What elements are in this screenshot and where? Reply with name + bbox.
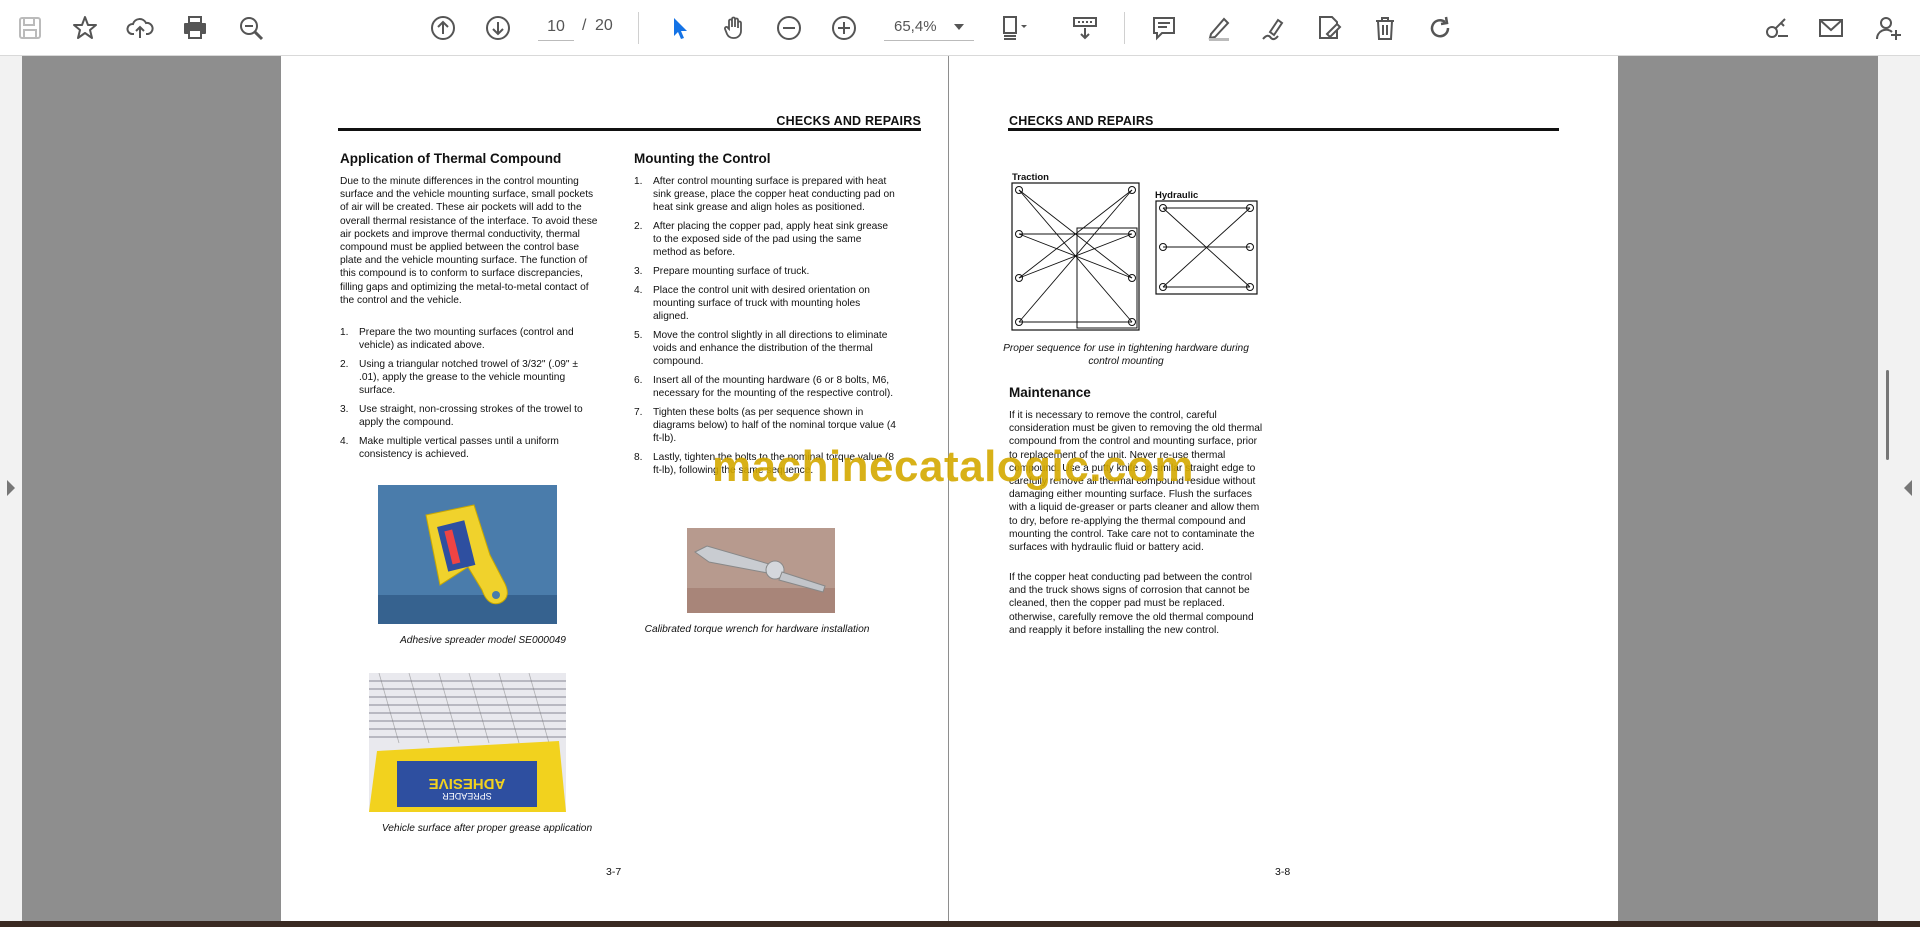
taskbar-edge	[0, 921, 1920, 927]
list-item: 1. Prepare the two mounting surfaces (con…	[340, 327, 574, 351]
star-icon[interactable]	[67, 10, 103, 46]
image-caption: Vehicle surface after proper grease appl…	[381, 823, 593, 834]
link-sign-icon[interactable]	[1758, 10, 1794, 46]
section-title: Maintenance	[1009, 385, 1091, 400]
photo-label-spreader: SPREADER	[442, 791, 492, 801]
zoom-level-value: 65,4%	[894, 18, 937, 35]
page-header: CHECKS AND REPAIRS	[1009, 114, 1154, 128]
toolbar-divider	[638, 12, 639, 44]
highlight-pen-icon[interactable]	[1201, 10, 1237, 46]
header-rule	[338, 128, 921, 131]
traction-bolt-sequence-diagram	[1011, 182, 1140, 331]
image-caption: Adhesive spreader model SE000049	[400, 635, 566, 646]
chevron-down-icon[interactable]	[954, 24, 964, 30]
list-item: 4. Place the control unit with desired or…	[634, 285, 870, 322]
right-panel-collapsed[interactable]	[1878, 56, 1920, 921]
expand-right-panel-icon[interactable]	[1904, 480, 1912, 496]
hydraulic-bolt-sequence-diagram	[1155, 200, 1258, 295]
spreader-photo	[378, 485, 557, 624]
email-icon[interactable]	[1813, 10, 1849, 46]
page-number: 3-8	[1275, 866, 1291, 878]
section-title: Mounting the Control	[634, 151, 771, 166]
page-separator: /	[582, 17, 587, 34]
next-page-icon[interactable]	[480, 10, 516, 46]
list-item: 5. Move the control slightly in all direc…	[634, 330, 888, 367]
list-item: 1. After control mounting surface is prep…	[634, 176, 895, 213]
header-rule	[1008, 128, 1559, 131]
previous-page-icon[interactable]	[425, 10, 461, 46]
list-item: 7. Tighten these bolts (as per sequence s…	[634, 407, 896, 444]
list-item: 3. Use straight, non-crossing strokes of …	[340, 404, 583, 428]
list-item: 2. After placing the copper pad, apply he…	[634, 221, 889, 258]
trash-icon[interactable]	[1367, 10, 1403, 46]
page-header: CHECKS AND REPAIRS	[776, 114, 921, 128]
scrollbar-thumb[interactable]	[1886, 370, 1889, 460]
page-display-icon[interactable]	[996, 10, 1032, 46]
torque-wrench-photo	[687, 528, 835, 613]
section-title: Application of Thermal Compound	[340, 151, 562, 166]
zoom-search-icon[interactable]	[233, 10, 269, 46]
print-icon[interactable]	[177, 10, 213, 46]
toolbar-divider	[1124, 12, 1125, 44]
select-cursor-icon[interactable]	[661, 10, 697, 46]
list-item: 2. Using a triangular notched trowel of 3…	[340, 359, 578, 396]
zoom-out-icon[interactable]	[771, 10, 807, 46]
watermark-text: machinecatalogic.com	[712, 442, 1194, 491]
section-paragraph: Due to the minute differences in the con…	[340, 176, 598, 306]
page-number: 3-7	[606, 866, 622, 878]
list-item: 4. Make multiple vertical passes until a …	[340, 436, 559, 460]
save-icon[interactable]	[12, 10, 48, 46]
comment-icon[interactable]	[1146, 10, 1182, 46]
edit-document-icon[interactable]	[1311, 10, 1347, 46]
maintenance-paragraph-2: If the copper heat conducting pad betwee…	[1009, 572, 1254, 636]
add-user-icon[interactable]	[1870, 10, 1906, 46]
list-item: 6. Insert all of the mounting hardware (6…	[634, 375, 894, 399]
grease-surface-photo: ADHESIVE SPREADER	[369, 673, 566, 812]
step-list: 1. Prepare the two mounting surfaces (con…	[340, 326, 598, 467]
list-item: 3. Prepare mounting surface of truck.	[634, 266, 810, 277]
zoom-in-icon[interactable]	[826, 10, 862, 46]
scroll-mode-icon[interactable]	[1067, 10, 1103, 46]
expand-left-panel-icon[interactable]	[7, 480, 15, 496]
photo-label-adhesive: ADHESIVE	[429, 775, 506, 792]
page-total: 20	[595, 17, 613, 34]
page-number-input[interactable]	[538, 13, 574, 41]
toolbar: / 20 65,4%	[0, 0, 1920, 56]
image-caption: Calibrated torque wrench for hardware in…	[644, 624, 870, 635]
diagram-caption: Proper sequence for use in tightening ha…	[1003, 343, 1249, 367]
cloud-upload-icon[interactable]	[122, 10, 158, 46]
step-list: 1. After control mounting surface is prep…	[634, 175, 896, 483]
hand-tool-icon[interactable]	[716, 10, 752, 46]
sign-pen-icon[interactable]	[1256, 10, 1292, 46]
rotate-icon[interactable]	[1422, 10, 1458, 46]
